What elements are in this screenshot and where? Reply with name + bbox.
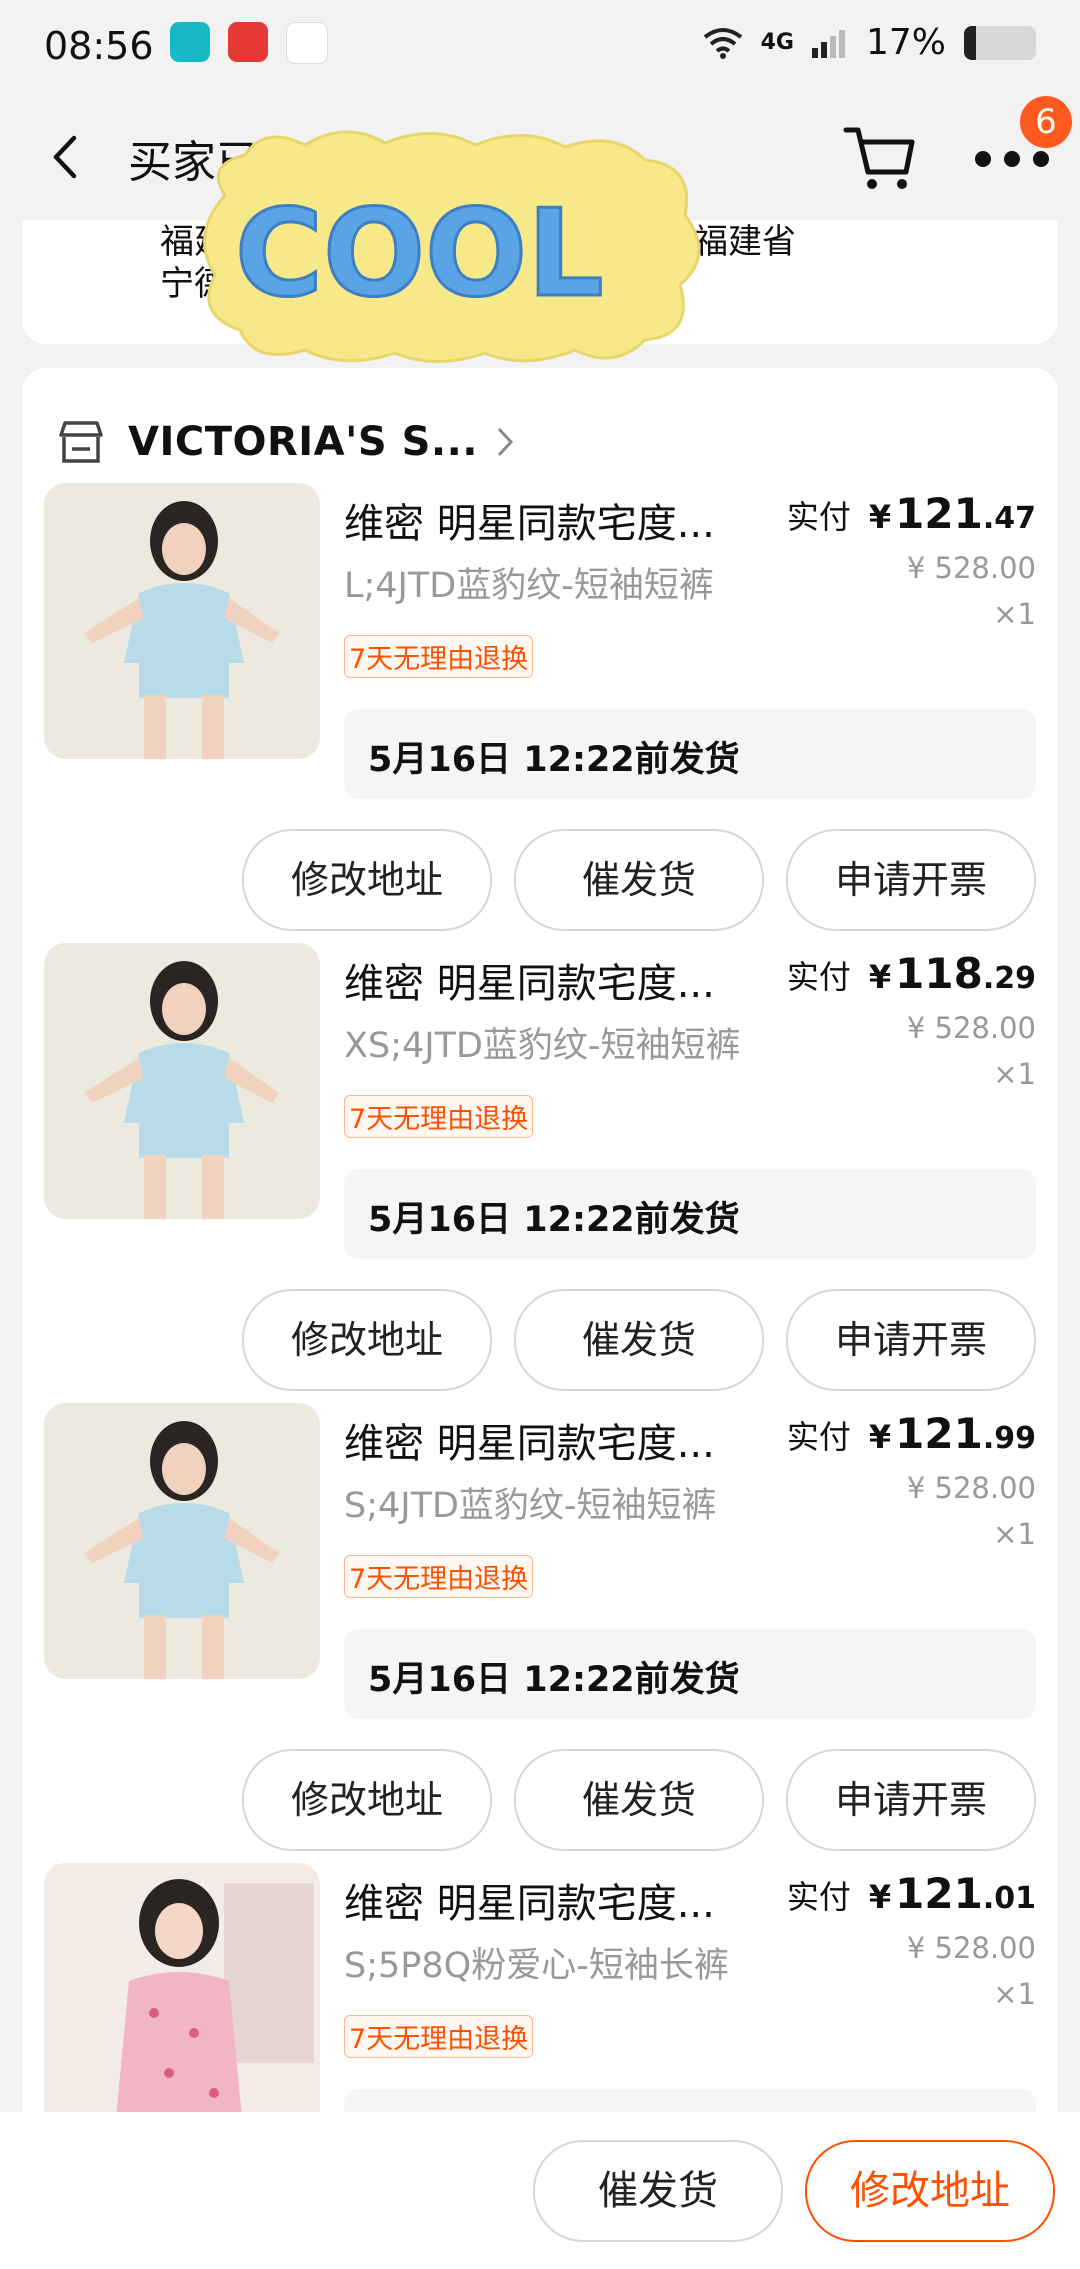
paid-label: 实付 <box>786 1418 851 1456</box>
status-bar: 08:56 4G 17% <box>0 0 1080 96</box>
product-sku: S;4JTD蓝豹纹-短袖短裤 <box>344 1486 717 1526</box>
product-image[interactable] <box>44 1863 320 2128</box>
price-decimal: .99 <box>982 1421 1036 1456</box>
price-integer: 118 <box>895 949 983 998</box>
battery-icon <box>964 25 1036 60</box>
cart-count-badge: 6 <box>1020 96 1072 148</box>
currency-symbol: ¥ <box>868 1418 892 1456</box>
currency-symbol: ¥ <box>868 1878 892 1916</box>
product-title[interactable]: 维密 明星同款宅度... <box>344 1411 715 1469</box>
quantity: ×1 <box>993 597 1036 631</box>
return-policy-tag: 7天无理由退换 <box>344 1095 534 1138</box>
product-sku: XS;4JTD蓝豹纹-短袖短裤 <box>344 1026 741 1066</box>
product-photo-blue-pajamas <box>44 943 320 1219</box>
paid-price: 实付 ¥ 121 .99 <box>787 1409 1036 1458</box>
cool-sticker: COOL <box>203 130 701 363</box>
currency-symbol: ¥ <box>868 498 892 536</box>
store-name: VICTORIA'S S... <box>128 419 478 465</box>
shipping-deadline-text: 5月16日 12:22前发货 <box>368 1200 740 1240</box>
product-image[interactable] <box>44 483 320 759</box>
product-title[interactable]: 维密 明星同款宅度... <box>344 491 715 549</box>
chevron-right-icon <box>497 427 514 457</box>
product-title[interactable]: 维密 明星同款宅度... <box>344 1871 715 1929</box>
product-title[interactable]: 维密 明星同款宅度... <box>344 951 715 1009</box>
change-address-button[interactable]: 修改地址 <box>242 1289 492 1391</box>
return-policy-tag: 7天无理由退换 <box>344 1555 534 1598</box>
original-price: ¥ 528.00 <box>906 1931 1036 1965</box>
product-photo-blue-pajamas <box>44 483 320 759</box>
urge-shipping-button[interactable]: 催发货 <box>533 2140 783 2242</box>
change-address-button[interactable]: 修改地址 <box>242 1749 492 1851</box>
order-item: 维密 明星同款宅度... S;5P8Q粉爱心-短袖长裤 7天无理由退换 实付 ¥… <box>22 1863 1058 2128</box>
product-sku: S;5P8Q粉爱心-短袖长裤 <box>344 1946 729 1986</box>
shipping-deadline: 5月16日 12:22前发货 <box>344 709 1036 799</box>
app-notification-icon-2 <box>228 22 268 62</box>
battery-fill <box>964 25 977 60</box>
status-time: 08:56 <box>44 24 154 68</box>
price-integer: 121 <box>895 1869 983 1918</box>
request-invoice-button[interactable]: 申请开票 <box>786 829 1036 931</box>
price-decimal: .47 <box>982 501 1036 536</box>
urge-shipping-button[interactable]: 催发货 <box>514 829 764 931</box>
product-sku: L;4JTD蓝豹纹-短袖短裤 <box>344 566 714 606</box>
quantity: ×1 <box>993 1057 1036 1091</box>
original-price: ¥ 528.00 <box>906 1471 1036 1505</box>
urge-shipping-button[interactable]: 催发货 <box>514 1749 764 1851</box>
paid-label: 实付 <box>786 498 851 536</box>
original-price: ¥ 528.00 <box>906 551 1036 585</box>
more-options-icon[interactable] <box>972 148 1052 170</box>
shipping-deadline-text: 5月16日 12:22前发货 <box>368 740 740 780</box>
app-notification-icon-1 <box>170 22 210 62</box>
return-policy-tag: 7天无理由退换 <box>344 2015 534 2058</box>
request-invoice-button[interactable]: 申请开票 <box>786 1749 1036 1851</box>
store-icon <box>59 421 103 463</box>
signal-icon <box>811 29 845 58</box>
store-order-card: VICTORIA'S S... 维密 明星同款宅度... L;4JTD蓝豹纹-短… <box>22 368 1058 2128</box>
battery-percent: 17% <box>865 22 946 63</box>
order-item: 维密 明星同款宅度... XS;4JTD蓝豹纹-短袖短裤 7天无理由退换 实付 … <box>22 943 1058 1405</box>
product-photo-pink-pajamas <box>44 1863 320 2128</box>
currency-symbol: ¥ <box>868 958 892 996</box>
bottom-action-bar: 催发货 修改地址 <box>0 2112 1080 2269</box>
store-header[interactable]: VICTORIA'S S... <box>56 402 514 482</box>
product-image[interactable] <box>44 1403 320 1679</box>
return-policy-tag: 7天无理由退换 <box>344 635 534 678</box>
wifi-icon <box>703 27 742 59</box>
price-decimal: .01 <box>982 1881 1036 1916</box>
paid-label: 实付 <box>786 1878 851 1916</box>
paid-price: 实付 ¥ 118 .29 <box>787 949 1036 998</box>
change-address-button[interactable]: 修改地址 <box>242 829 492 931</box>
original-price: ¥ 528.00 <box>906 1011 1036 1045</box>
cart-icon[interactable] <box>840 120 920 196</box>
paid-price: 实付 ¥ 121 .47 <box>787 489 1036 538</box>
urge-shipping-button[interactable]: 催发货 <box>514 1289 764 1391</box>
price-integer: 121 <box>895 489 983 538</box>
app-notification-icon-3 <box>286 22 328 64</box>
price-decimal: .29 <box>982 961 1036 996</box>
product-photo-blue-pajamas <box>44 1403 320 1679</box>
paid-label: 实付 <box>786 958 851 996</box>
paid-price: 实付 ¥ 121 .01 <box>787 1869 1036 1918</box>
order-item: 维密 明星同款宅度... L;4JTD蓝豹纹-短袖短裤 7天无理由退换 实付 ¥… <box>22 483 1058 945</box>
change-address-button[interactable]: 修改地址 <box>805 2140 1055 2242</box>
quantity: ×1 <box>993 1517 1036 1551</box>
request-invoice-button[interactable]: 申请开票 <box>786 1289 1036 1391</box>
svg-text:COOL: COOL <box>235 185 604 324</box>
back-arrow-icon[interactable] <box>46 134 86 180</box>
quantity: ×1 <box>993 1977 1036 2011</box>
shipping-deadline: 5月16日 12:22前发货 <box>344 1169 1036 1259</box>
network-type: 4G <box>760 30 794 55</box>
order-item: 维密 明星同款宅度... S;4JTD蓝豹纹-短袖短裤 7天无理由退换 实付 ¥… <box>22 1403 1058 1865</box>
shipping-deadline-text: 5月16日 12:22前发货 <box>368 1660 740 1700</box>
product-image[interactable] <box>44 943 320 1219</box>
price-integer: 121 <box>895 1409 983 1458</box>
shipping-deadline: 5月16日 12:22前发货 <box>344 1629 1036 1719</box>
